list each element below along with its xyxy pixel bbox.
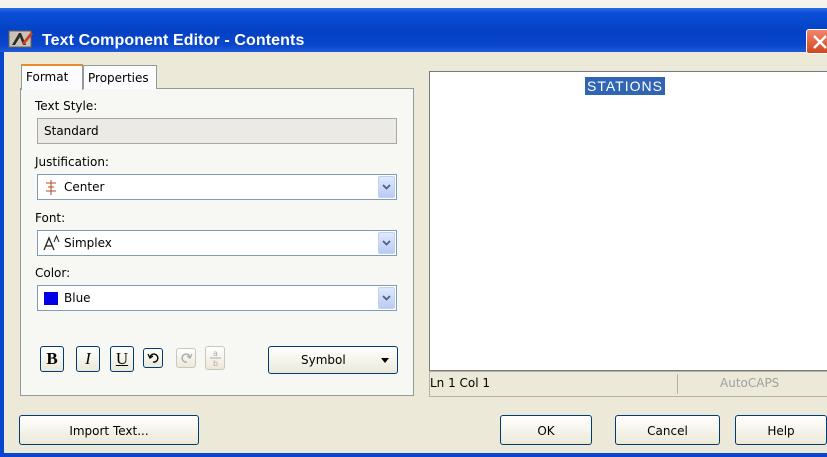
- tab-format[interactable]: Format: [21, 64, 83, 90]
- font-dropdown[interactable]: Simplex: [37, 230, 397, 256]
- cancel-button[interactable]: Cancel: [615, 415, 720, 445]
- chevron-down-icon[interactable]: [378, 176, 395, 198]
- color-dropdown[interactable]: Blue: [37, 285, 397, 311]
- svg-text:b: b: [213, 359, 218, 367]
- text-editor-area[interactable]: STATIONS: [429, 71, 827, 371]
- symbol-button[interactable]: Symbol: [268, 346, 398, 374]
- status-bar: Ln 1 Col 1 AutoCAPS: [429, 371, 827, 397]
- selected-text[interactable]: STATIONS: [585, 77, 665, 95]
- undo-button[interactable]: [143, 348, 163, 368]
- status-divider: [677, 374, 678, 394]
- justification-dropdown[interactable]: Center: [37, 174, 397, 200]
- autocad-icon: [8, 28, 34, 50]
- color-label: Color:: [35, 266, 71, 280]
- window-border-bottom: [0, 453, 827, 457]
- ok-button[interactable]: OK: [500, 415, 592, 445]
- undo-icon: [147, 353, 159, 363]
- close-icon: [813, 35, 827, 49]
- stack-button[interactable]: a b: [205, 346, 225, 370]
- justification-value: Center: [64, 180, 105, 194]
- color-swatch: [44, 292, 58, 305]
- text-style-label: Text Style:: [35, 99, 98, 113]
- redo-icon: [181, 353, 193, 363]
- dropdown-arrow-icon: [381, 358, 389, 363]
- bold-button[interactable]: B: [40, 346, 64, 372]
- title-bar[interactable]: Text Component Editor - Contents: [0, 8, 827, 54]
- color-value: Blue: [64, 291, 91, 305]
- chevron-down-icon[interactable]: [378, 287, 395, 309]
- symbol-label: Symbol: [301, 353, 346, 367]
- font-label: Font:: [35, 211, 66, 225]
- tab-properties[interactable]: Properties: [83, 65, 157, 89]
- font-value: Simplex: [64, 236, 112, 250]
- stack-fraction-icon: a b: [210, 349, 221, 367]
- window-border-left: [0, 52, 4, 457]
- cursor-position: Ln 1 Col 1: [430, 376, 491, 390]
- help-button[interactable]: Help: [735, 415, 827, 445]
- justify-center-icon: [46, 180, 56, 195]
- font-icon: [43, 235, 60, 251]
- text-style-value: Standard: [44, 124, 99, 138]
- window-title: Text Component Editor - Contents: [42, 32, 305, 49]
- text-style-field: Standard: [37, 118, 397, 144]
- italic-button[interactable]: I: [76, 346, 100, 372]
- underline-button[interactable]: U: [110, 346, 134, 372]
- chevron-down-icon[interactable]: [378, 232, 395, 254]
- close-button[interactable]: [806, 29, 827, 54]
- justification-label: Justification:: [35, 155, 109, 169]
- redo-button[interactable]: [176, 348, 196, 368]
- desktop-strip: [0, 0, 827, 8]
- autocaps-indicator: AutoCAPS: [720, 376, 780, 390]
- import-text-button[interactable]: Import Text...: [19, 415, 199, 445]
- svg-text:a: a: [213, 349, 218, 358]
